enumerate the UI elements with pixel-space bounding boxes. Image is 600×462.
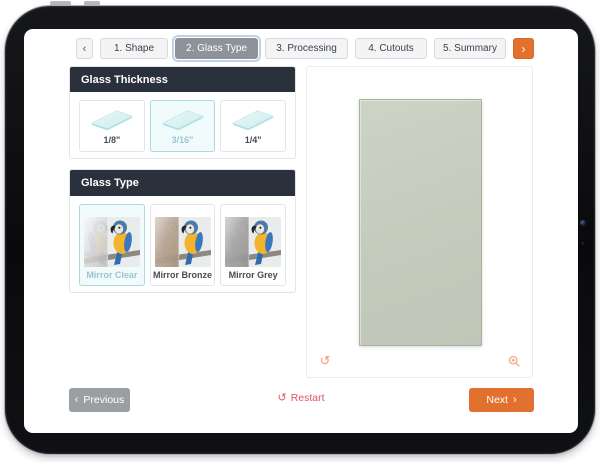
thickness-label: 1/4": [244, 135, 262, 145]
tab-cutouts[interactable]: 4. Cutouts: [355, 38, 427, 59]
glass-type-title: Glass Type: [70, 170, 295, 196]
thickness-label: 1/8": [103, 135, 121, 145]
thickness-option-1-8[interactable]: 1/8": [79, 100, 145, 152]
type-option-mirror-grey[interactable]: Mirror Grey: [220, 204, 287, 286]
glass-preview: [359, 99, 482, 346]
next-button[interactable]: Next ›: [469, 388, 534, 412]
glass-type-options: Mirror Clear Mirror Bronze Mirror Grey: [70, 196, 295, 294]
type-label: Mirror Grey: [228, 270, 278, 280]
mirror-grey-sample-image: [225, 217, 282, 267]
tablet-frame: ‹ 1. Shape 2. Glass Type 3. Processing 4…: [4, 5, 596, 455]
step-forward-button[interactable]: ›: [513, 38, 534, 59]
mirror-clear-sample-image: [83, 217, 140, 267]
glass-pane-icon: [232, 110, 275, 131]
tablet-camera: [580, 220, 586, 226]
type-option-mirror-clear[interactable]: Mirror Clear: [79, 204, 145, 286]
thickness-label: 3/16": [171, 135, 194, 145]
chevron-right-icon: ›: [512, 393, 517, 406]
glass-thickness-title: Glass Thickness: [70, 67, 295, 92]
zoom-in-icon[interactable]: [506, 353, 522, 369]
tab-processing[interactable]: 3. Processing: [265, 38, 348, 59]
restart-icon: ↺: [277, 392, 287, 404]
chevron-left-icon: ‹: [74, 393, 79, 406]
glass-type-panel: Glass Type Mirror Clear Mirror Bronze Mi…: [69, 169, 296, 293]
thickness-option-1-4[interactable]: 1/4": [220, 100, 287, 152]
glass-preview-panel: ↺: [306, 66, 533, 378]
page: ‹ 1. Shape 2. Glass Type 3. Processing 4…: [0, 0, 600, 462]
glass-thickness-panel: Glass Thickness 1/8" 3/16" 1/4": [69, 66, 296, 159]
mirror-bronze-sample-image: [154, 217, 211, 267]
glass-pane-icon: [90, 110, 133, 131]
thickness-option-3-16[interactable]: 3/16": [149, 100, 216, 152]
type-label: Mirror Clear: [86, 270, 138, 280]
previous-button[interactable]: ‹ Previous: [69, 388, 130, 412]
tab-summary[interactable]: 5. Summary: [434, 38, 506, 59]
type-option-mirror-bronze[interactable]: Mirror Bronze: [149, 204, 216, 286]
glass-thickness-options: 1/8" 3/16" 1/4": [70, 92, 295, 160]
glass-pane-icon: [161, 110, 204, 131]
tablet-sensor: [581, 242, 584, 245]
previous-button-label: Previous: [83, 394, 125, 406]
tab-glass-type[interactable]: 2. Glass Type: [175, 38, 258, 59]
next-button-label: Next: [486, 394, 508, 406]
app-screen: ‹ 1. Shape 2. Glass Type 3. Processing 4…: [24, 29, 578, 433]
preview-reset-icon[interactable]: ↺: [317, 353, 333, 369]
restart-label: Restart: [290, 391, 325, 404]
tab-shape[interactable]: 1. Shape: [100, 38, 168, 59]
type-label: Mirror Bronze: [153, 270, 213, 280]
restart-button[interactable]: ↺ Restart: [277, 391, 325, 405]
step-back-button[interactable]: ‹: [76, 38, 93, 59]
step-navigation: ‹ 1. Shape 2. Glass Type 3. Processing 4…: [76, 38, 534, 59]
